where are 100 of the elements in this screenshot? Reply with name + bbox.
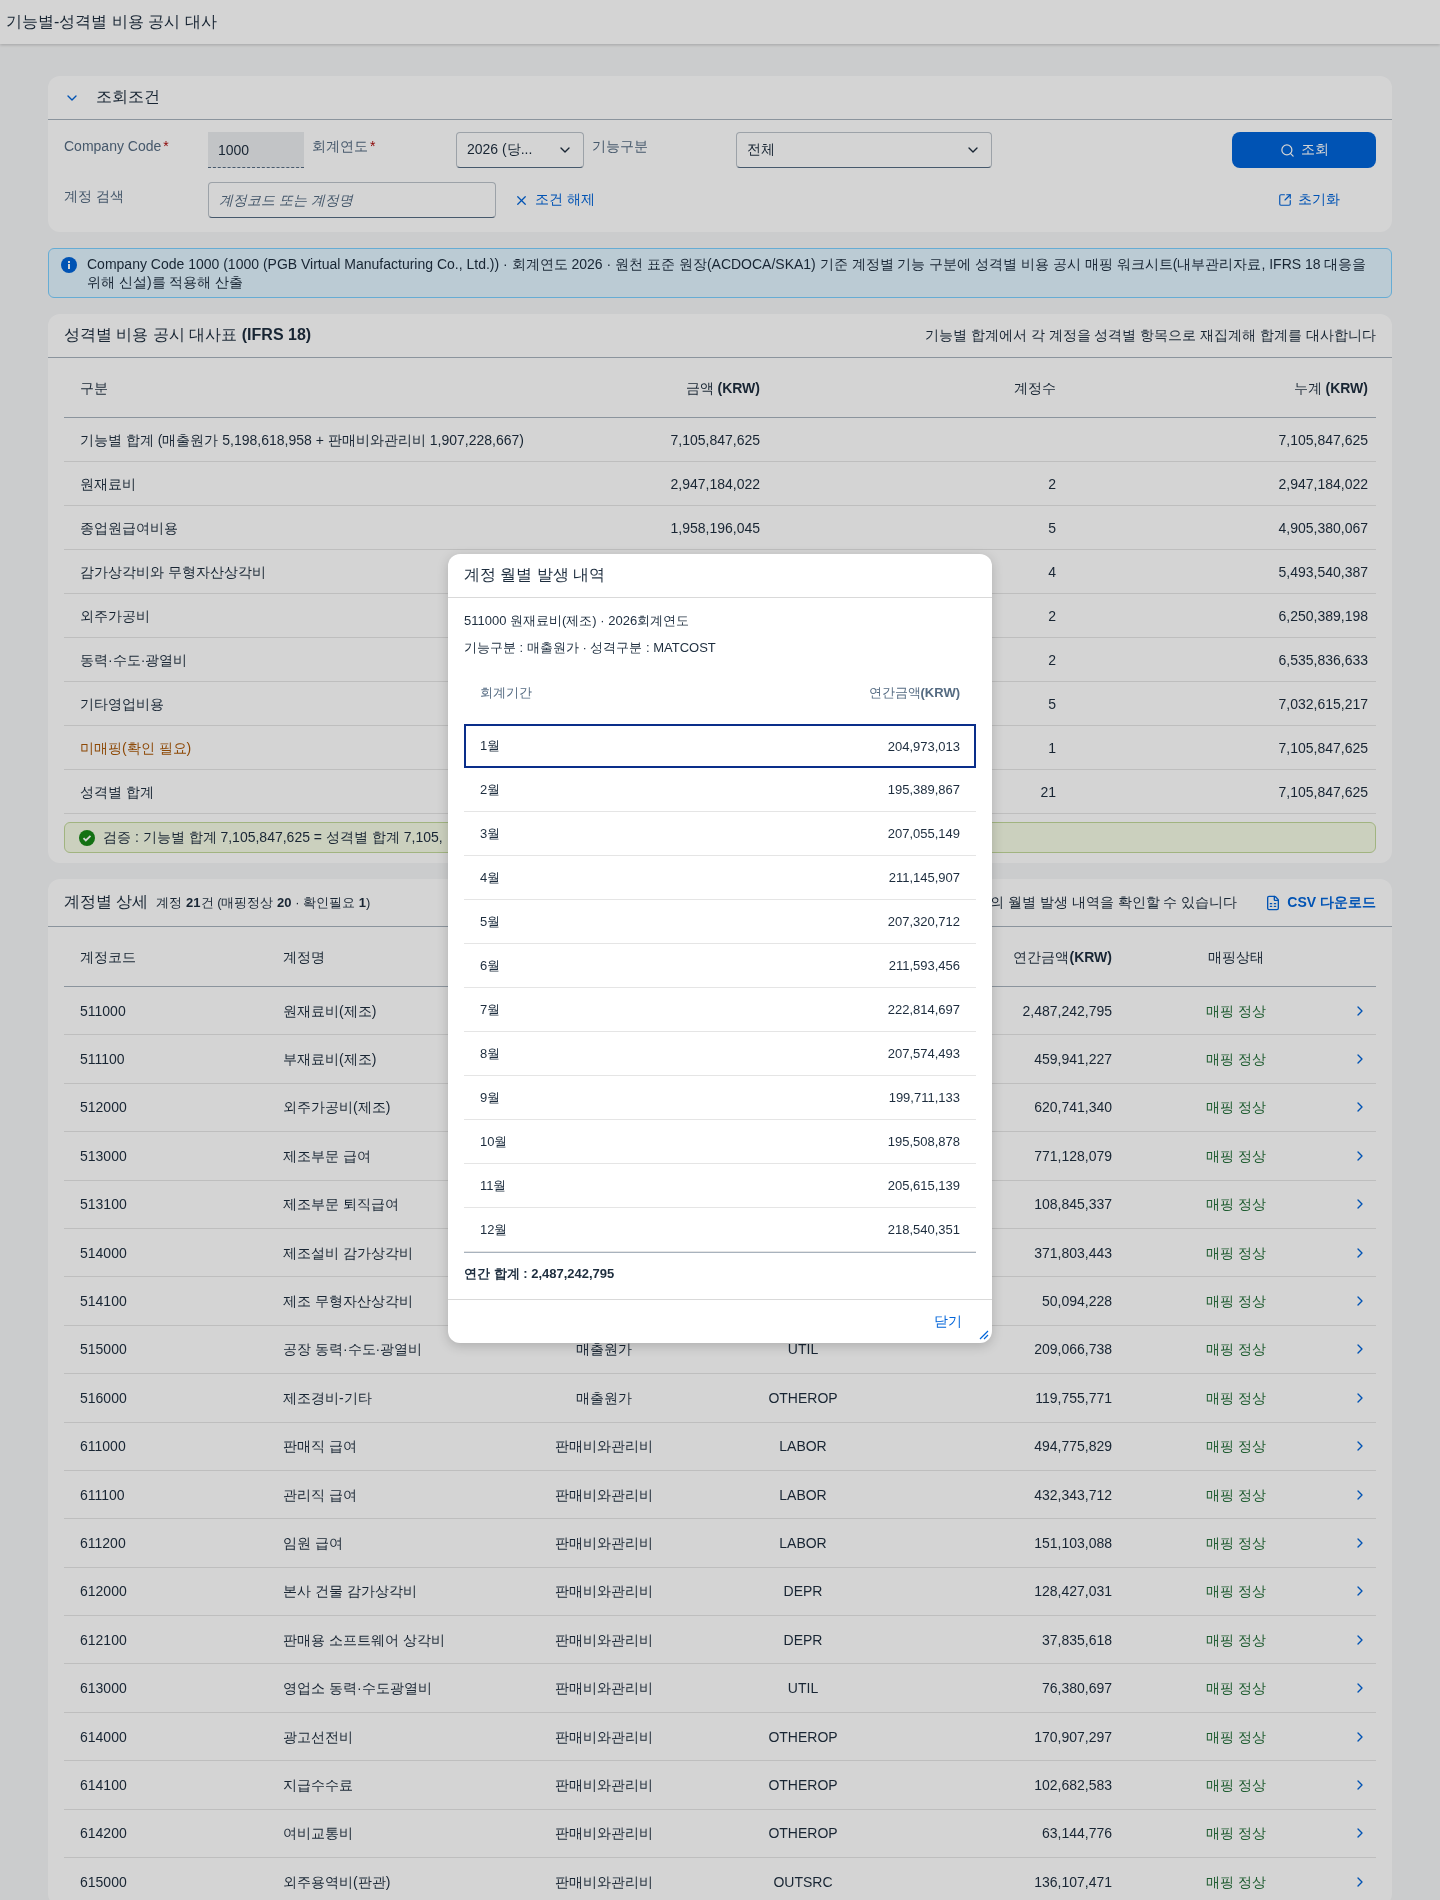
- month-row[interactable]: 12월 218,540,351: [464, 1208, 976, 1252]
- table-cell: OTHEROP: [768, 1388, 838, 1407]
- status-text: 매핑 정상: [1206, 1485, 1266, 1504]
- table-cell: 부재료비(제조): [283, 1050, 377, 1069]
- month-row[interactable]: 2월 195,389,867: [464, 768, 976, 812]
- table-cell: 614200: [80, 1824, 127, 1843]
- table-cell: 6월: [480, 956, 501, 975]
- search-button[interactable]: 조회: [1232, 132, 1376, 168]
- table-cell: 7,105,847,625: [1278, 782, 1368, 801]
- table-cell: 매출원가: [576, 1388, 632, 1407]
- table-cell: 2월: [480, 780, 501, 799]
- status-text: 매핑 정상: [1206, 1824, 1266, 1843]
- function-select[interactable]: 전체: [736, 132, 992, 168]
- table-cell: 21: [1040, 782, 1056, 801]
- table-cell: 516000: [80, 1388, 127, 1407]
- month-row[interactable]: 6월 211,593,456: [464, 944, 976, 988]
- table-cell: 211,593,456: [888, 958, 960, 973]
- month-row[interactable]: 9월 199,711,133: [464, 1076, 976, 1120]
- table-cell: 제조부문 급여: [283, 1146, 371, 1165]
- external-link-icon: [1278, 193, 1292, 207]
- reset-link[interactable]: 초기화: [1278, 191, 1340, 209]
- table-cell: 1: [1048, 738, 1056, 757]
- column-header: 연간금액(KRW): [868, 683, 960, 702]
- dialog-title: 계정 월별 발생 내역: [464, 565, 606, 585]
- table-cell: 공장 동력·수도·광열비: [283, 1340, 423, 1359]
- table-cell: 11월: [480, 1176, 507, 1195]
- month-row[interactable]: 5월 207,320,712: [464, 900, 976, 944]
- status-text: 매핑 정상: [1206, 1872, 1266, 1891]
- status-text: 매핑 정상: [1206, 1001, 1266, 1020]
- table-cell: 본사 건물 감가상각비: [283, 1582, 417, 1601]
- table-cell: 7월: [480, 1000, 501, 1019]
- status-text: 매핑 정상: [1206, 1243, 1266, 1262]
- account-search-field[interactable]: 계정코드 또는 계정명: [208, 182, 496, 218]
- table-cell: 195,389,867: [887, 782, 960, 797]
- column-header: 연간금액(KRW): [1013, 947, 1112, 966]
- table-cell: 여비교통비: [283, 1824, 353, 1843]
- table-cell: 5: [1048, 694, 1056, 713]
- table-cell: 511100: [80, 1050, 125, 1069]
- status-text: 매핑 정상: [1206, 1437, 1266, 1456]
- table-cell: 8월: [480, 1044, 501, 1063]
- table-cell: 7,105,847,625: [1278, 738, 1368, 757]
- fiscal-year-select[interactable]: 2026 (당...: [456, 132, 584, 168]
- table-cell: 제조경비-기타: [283, 1388, 372, 1407]
- table-cell: 판매직 급여: [283, 1437, 357, 1456]
- status-text: 매핑 정상: [1206, 1292, 1266, 1311]
- table-cell: 2,487,242,795: [1022, 1001, 1112, 1020]
- month-row[interactable]: 4월 211,145,907: [464, 856, 976, 900]
- table-cell: 3월: [480, 824, 501, 843]
- status-text: 매핑 정상: [1206, 1534, 1266, 1552]
- column-header: 회계기간: [480, 683, 532, 702]
- table-cell: 170,907,297: [1034, 1727, 1112, 1746]
- status-text: 매핑 정상: [1206, 1098, 1266, 1117]
- company-code-field[interactable]: 1000: [208, 132, 304, 168]
- month-row[interactable]: 1월 204,973,013: [464, 724, 976, 768]
- table-cell: 판매비와관리비: [555, 1630, 653, 1649]
- table-cell: 판매비와관리비: [555, 1727, 653, 1746]
- table-cell: 임원 급여: [283, 1534, 343, 1552]
- table-cell: 102,682,583: [1034, 1775, 1112, 1794]
- status-text: 매핑 정상: [1206, 1582, 1266, 1601]
- table-cell: 1월: [480, 737, 501, 755]
- month-row[interactable]: 11월 205,615,139: [464, 1164, 976, 1208]
- table-cell: 외주가공비(제조): [283, 1098, 391, 1117]
- table-cell: 4월: [480, 868, 501, 887]
- table-cell: 611100: [80, 1485, 125, 1504]
- column-header: 매핑상태: [1208, 947, 1264, 966]
- table-cell: 영업소 동력·수도광열비: [283, 1679, 432, 1698]
- month-row[interactable]: 10월 195,508,878: [464, 1120, 976, 1164]
- table-cell: 128,427,031: [1034, 1582, 1112, 1601]
- verification-text: 검증 : 기능별 합계 7,105,847,625 = 성격별 합계 7,105,: [103, 828, 443, 847]
- clear-link[interactable]: 조건 해제: [514, 191, 595, 209]
- table-cell: 판매비와관리비: [555, 1534, 653, 1552]
- table-cell: 108,845,337: [1034, 1195, 1112, 1214]
- table-cell: UTIL: [787, 1679, 819, 1698]
- table-cell: 9월: [480, 1088, 501, 1107]
- table-cell: 371,803,443: [1034, 1243, 1112, 1262]
- table-cell: 514100: [80, 1292, 127, 1311]
- table-cell: 매출원가: [576, 1340, 632, 1359]
- month-row[interactable]: 3월 207,055,149: [464, 812, 976, 856]
- status-text: 매핑 정상: [1206, 1679, 1266, 1698]
- resize-handle-icon[interactable]: [979, 1330, 989, 1340]
- table-cell: 459,941,227: [1034, 1050, 1112, 1069]
- table-cell: 제조부문 퇴직급여: [283, 1195, 399, 1214]
- table-cell: 2,947,184,022: [1278, 474, 1368, 493]
- table-cell: 판매비와관리비: [555, 1485, 653, 1504]
- table-cell: 10월: [480, 1132, 508, 1151]
- month-row[interactable]: 7월 222,814,697: [464, 988, 976, 1032]
- csv-download-link[interactable]: CSV 다운로드: [1265, 893, 1376, 912]
- table-cell: 50,094,228: [1041, 1292, 1112, 1311]
- table-cell: 136,107,471: [1034, 1872, 1112, 1891]
- table-cell: 513000: [80, 1146, 127, 1165]
- table-cell: 211,145,907: [888, 870, 960, 885]
- table-cell: 판매비와관리비: [555, 1775, 653, 1794]
- month-row[interactable]: 8월 207,574,493: [464, 1032, 976, 1076]
- table-cell: 613000: [80, 1679, 127, 1698]
- table-cell: 5월: [480, 912, 501, 931]
- table-cell: 513100: [80, 1195, 127, 1214]
- table-cell: 209,066,738: [1034, 1340, 1112, 1359]
- table-cell: 119,755,771: [1035, 1388, 1112, 1407]
- close-button[interactable]: 닫기: [928, 1306, 968, 1337]
- table-cell: 511000: [80, 1001, 126, 1020]
